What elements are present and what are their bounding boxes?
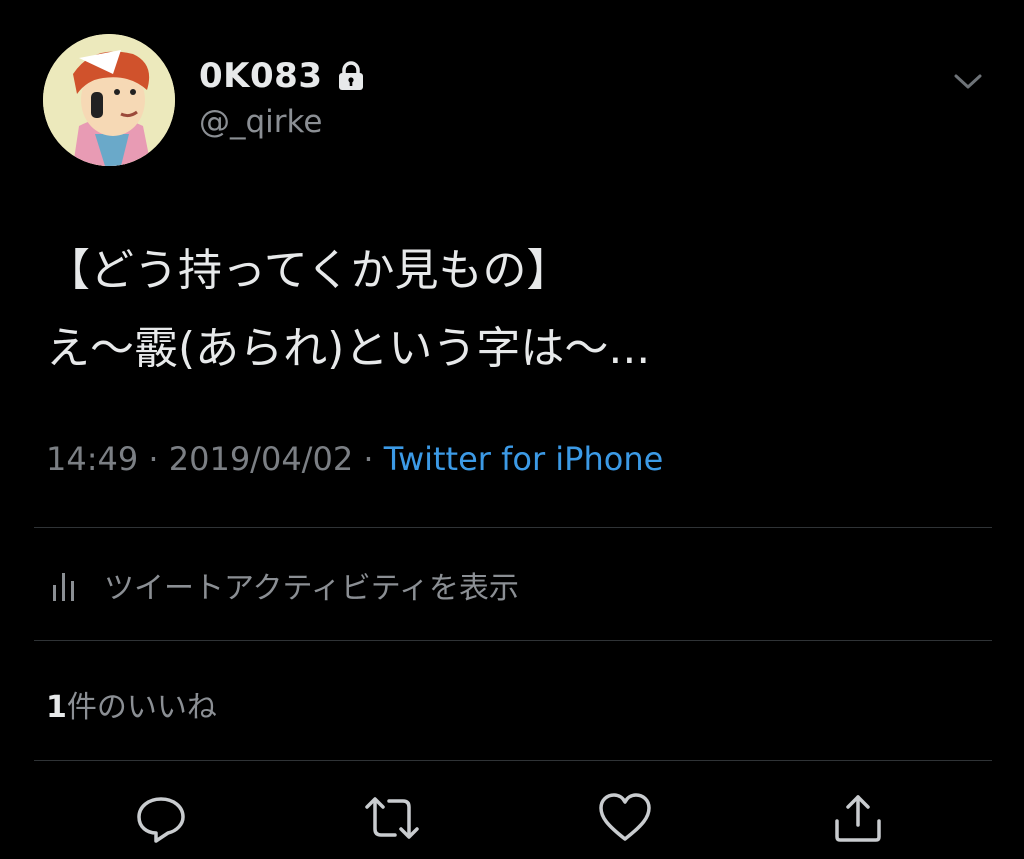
divider — [34, 527, 992, 528]
retweet-icon — [361, 791, 423, 849]
avatar[interactable] — [43, 34, 175, 166]
user-handle[interactable]: @_qirke — [199, 104, 322, 140]
tweet-line-2: え〜霰(あられ)という字は〜... — [46, 323, 651, 374]
likes-label: 件のいいね — [66, 690, 217, 725]
user-name-row: 0K083 — [199, 56, 368, 96]
tweet-line-1: 【どう持ってくか見もの】 — [46, 245, 571, 296]
share-icon — [831, 791, 885, 849]
divider — [34, 640, 992, 641]
activity-label: ツイートアクティビティを表示 — [104, 571, 519, 606]
lock-icon — [334, 59, 368, 93]
likes-count: 1 — [46, 690, 67, 725]
like-icon — [597, 791, 653, 849]
likes-link[interactable]: 1件のいいね — [46, 682, 217, 726]
share-button[interactable] — [830, 792, 886, 848]
like-button[interactable] — [597, 792, 653, 848]
meta-separator: · — [138, 440, 169, 478]
tweet-date: 2019/04/02 — [168, 440, 354, 478]
reply-button[interactable] — [133, 792, 189, 848]
meta-separator: · — [353, 440, 384, 478]
display-name[interactable]: 0K083 — [199, 56, 322, 96]
tweet-source-link[interactable]: Twitter for iPhone — [384, 440, 664, 478]
divider — [34, 760, 992, 761]
tweet-meta: 14:49 · 2019/04/02 · Twitter for iPhone — [46, 440, 663, 478]
reply-icon — [134, 791, 188, 849]
bar-chart-icon — [52, 567, 78, 603]
retweet-button[interactable] — [364, 792, 420, 848]
tweet-text: 【どう持ってくか見もの】 え〜霰(あられ)という字は〜... — [46, 232, 996, 388]
chevron-down-icon[interactable] — [950, 66, 986, 96]
tweet-activity-link[interactable]: ツイートアクティビティを表示 — [52, 563, 519, 607]
tweet-time: 14:49 — [46, 440, 139, 478]
